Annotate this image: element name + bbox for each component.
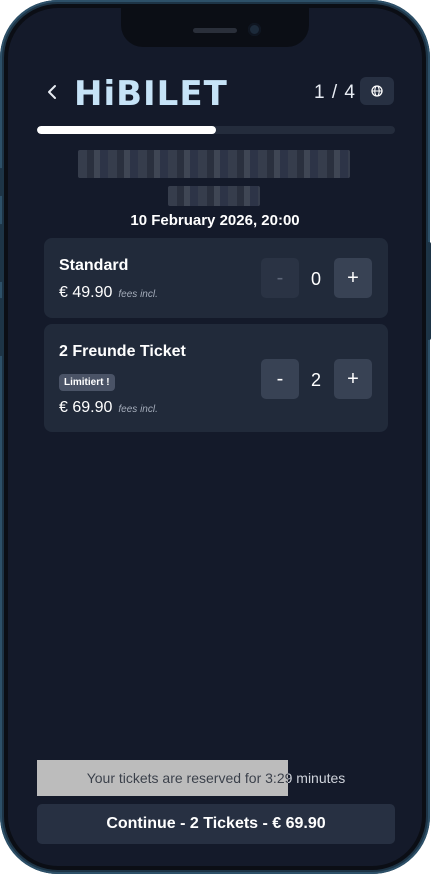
ticket-price: € 69.90 fees incl. [59,399,158,417]
hibilet-logo: HiBILET [74,74,228,114]
price-value: € 49.90 [59,284,113,301]
decrement-button[interactable]: - [261,258,299,298]
quantity-value: 2 [310,370,321,390]
speaker-grille [193,28,237,33]
ticket-card-standard: Standard € 49.90 fees incl. - 0 + [44,238,388,318]
reservation-text-overlay: Your tickets are reserved for 3:29 minut… [37,760,288,796]
checkout-progress-bar [37,126,395,134]
limited-badge: Limitiert ! [59,374,115,391]
power-button [427,242,431,340]
back-button[interactable] [42,80,62,104]
event-date: 10 February 2026, 20:00 [130,212,300,229]
ticket-name: 2 Freunde Ticket [59,343,186,360]
increment-button[interactable]: + [334,258,372,298]
continue-button[interactable]: Continue - 2 Tickets - € 69.90 [37,804,395,844]
ticket-price: € 49.90 fees incl. [59,284,158,302]
chevron-left-icon [48,85,56,99]
increment-button[interactable]: + [334,359,372,399]
reservation-text-dark: Your tickets are reserved for 3:29 minut… [86,770,288,786]
volume-down-button [0,298,3,356]
app-header: HiBILET 1 / 4 [8,74,422,114]
fees-label: fees incl. [118,404,158,415]
ticket-name: Standard [59,257,129,274]
decrement-button[interactable]: - [261,359,299,399]
app-screen: HiBILET 1 / 4 10 February 2026, 20:00 St… [8,8,422,866]
quantity-value: 0 [310,269,321,289]
globe-icon [371,85,383,97]
event-venue-redacted [168,186,260,206]
progress-fill [37,126,216,134]
front-camera [248,23,261,36]
ticket-card-2-freunde: 2 Freunde Ticket Limitiert ! € 69.90 fees… [44,324,388,432]
notch [121,8,309,47]
fees-label: fees incl. [118,289,158,300]
reservation-timer: Your tickets are reserved for 3:29 minut… [37,760,395,796]
language-button[interactable] [360,77,394,105]
event-title-redacted [78,150,350,178]
mute-switch [0,168,3,196]
step-counter: 1 / 4 [314,82,356,103]
volume-up-button [0,224,3,282]
price-value: € 69.90 [59,399,113,416]
